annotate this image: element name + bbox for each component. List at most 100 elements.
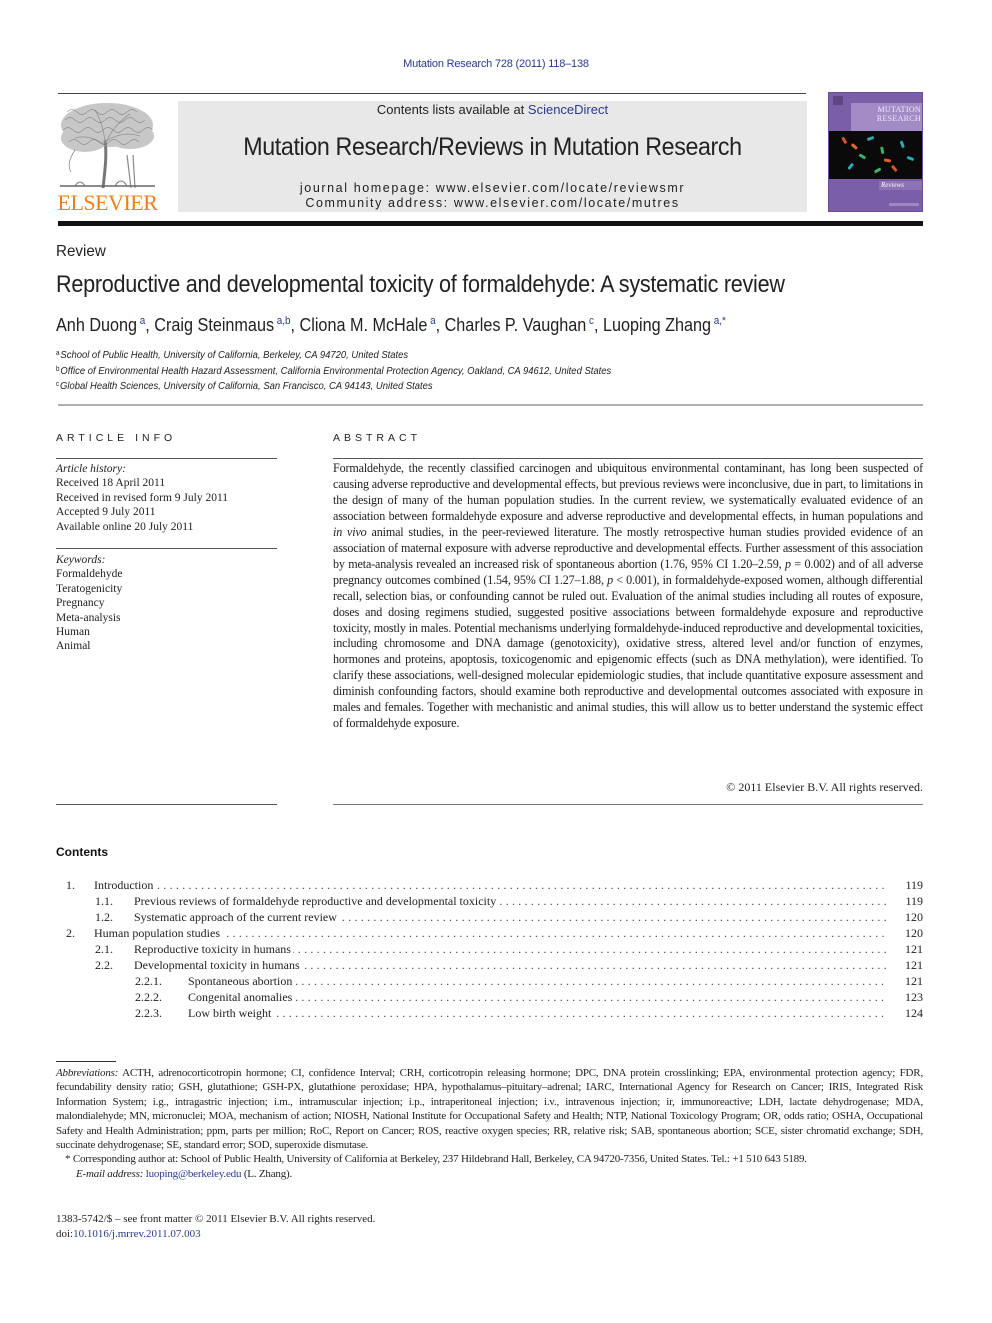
toc-entry-page: 121: [905, 974, 923, 988]
cover-title-line2: RESEARCH: [876, 114, 921, 123]
toc-entry-title[interactable]: Previous reviews of formaldehyde reprodu…: [134, 893, 887, 909]
toc-entry-page: 121: [905, 958, 923, 972]
toc-entry-title-text: Reproductive toxicity in humans: [134, 942, 293, 956]
article-title: Reproductive and developmental toxicity …: [56, 271, 785, 298]
toc-entry-title[interactable]: Low birth weight: [188, 1005, 887, 1021]
journal-homepage-link[interactable]: journal homepage: www.elsevier.com/locat…: [178, 181, 807, 196]
toc-entry[interactable]: 1.2.....................................…: [56, 909, 923, 925]
toc-entry-page: 119: [905, 878, 923, 892]
contents-available-line: Contents lists available at ScienceDirec…: [178, 102, 807, 117]
sciencedirect-link[interactable]: ScienceDirect: [528, 102, 608, 117]
doi-link[interactable]: 10.1016/j.mrrev.2011.07.003: [73, 1228, 201, 1240]
footnotes: Abbreviations: ACTH, adrenocorticotropin…: [56, 1066, 923, 1181]
article-info-rule: [56, 458, 277, 459]
email-link[interactable]: luoping@berkeley.edu: [146, 1168, 242, 1180]
keywords-label: Keywords:: [56, 554, 106, 566]
abstract-bottom-rule: [333, 804, 923, 805]
cover-subtitle: Reviews: [881, 181, 904, 189]
affiliation-key: c: [56, 381, 60, 388]
author[interactable]: Cliona M. McHale a: [300, 315, 436, 335]
toc-entry[interactable]: 2.2.....................................…: [56, 957, 923, 973]
author[interactable]: Craig Steinmaus a,b: [154, 315, 290, 335]
author-name: Luoping Zhang: [602, 315, 712, 335]
elsevier-logo[interactable]: ELSEVIER: [55, 100, 160, 214]
article-info-heading: ARTICLE INFO: [56, 432, 177, 444]
toc-entry-page: 123: [905, 990, 923, 1004]
community-address-link[interactable]: Community address: www.elsevier.com/loca…: [178, 196, 807, 211]
author[interactable]: Luoping Zhang a,*: [603, 315, 726, 335]
doi-line: doi:10.1016/j.mrrev.2011.07.003: [56, 1227, 375, 1242]
abstract-italic: in vivo: [333, 524, 367, 539]
header-rule: [58, 93, 806, 94]
keyword-item: Pregnancy: [56, 597, 105, 610]
toc-entry-title-text: Spontaneous abortion: [188, 974, 295, 988]
toc-entry[interactable]: 2.2.3...................................…: [56, 1005, 923, 1021]
toc-entry[interactable]: 2.2.2...................................…: [56, 989, 923, 1005]
abstract-rule: [333, 458, 923, 459]
toc-entry-number: 2.2.2.: [135, 990, 162, 1004]
keywords: Keywords: Formaldehyde Teratogenicity Pr…: [56, 553, 122, 654]
affiliation-marker[interactable]: a,*: [714, 315, 726, 327]
author-separator: ,: [290, 315, 300, 335]
abbreviations-footnote: Abbreviations: ACTH, adrenocorticotropin…: [56, 1066, 923, 1152]
abstract-segment: < 0.001), in formaldehyde-exposed women,…: [333, 572, 923, 731]
article-history-label: Article history:: [56, 463, 126, 475]
affiliation-marker[interactable]: a,b: [277, 315, 291, 327]
history-item: Accepted 9 July 2011: [56, 506, 156, 519]
footnote-rule: [56, 1061, 116, 1062]
toc-entry-title[interactable]: Congenital anomalies: [188, 989, 887, 1005]
author-separator: ,: [145, 315, 155, 335]
toc-entry-title-text: Congenital anomalies: [188, 990, 295, 1004]
toc-entry-number: 1.2.: [95, 910, 113, 924]
affiliation-key: b: [56, 365, 60, 373]
abstract-heading: ABSTRACT: [333, 432, 422, 444]
toc-entry-page: 121: [905, 942, 923, 956]
keyword-item: Meta-analysis: [56, 611, 121, 624]
journal-cover-image[interactable]: MUTATION RESEARCH Reviews: [828, 92, 923, 212]
toc-entry-title-text: Human population studies: [94, 926, 222, 940]
header-thick-rule: [58, 221, 923, 226]
keyword-item: Formaldehyde: [56, 568, 123, 581]
toc-entry[interactable]: 2.2.1...................................…: [56, 973, 923, 989]
toc-entry-page: 119: [905, 894, 923, 908]
toc-entry-number: 2.1.: [95, 942, 113, 956]
toc-entry-title[interactable]: Systematic approach of the current revie…: [134, 909, 887, 925]
elsevier-tree-icon: [60, 103, 155, 189]
keyword-item: Animal: [56, 640, 91, 653]
author[interactable]: Anh Duong a: [56, 315, 145, 335]
affiliations: aSchool of Public Health, University of …: [56, 347, 611, 394]
article-info-bottom-rule: [56, 804, 277, 805]
toc-entry[interactable]: 1.......................................…: [56, 877, 923, 893]
author-name: Anh Duong: [56, 315, 138, 335]
affiliation-text: Office of Environmental Health Hazard As…: [60, 364, 612, 377]
toc-entry-title-text: Systematic approach of the current revie…: [134, 910, 339, 924]
toc-entry-page: 120: [905, 926, 923, 940]
toc-entry-title[interactable]: Human population studies: [94, 925, 887, 941]
email-footnote: E-mail address: luoping@berkeley.edu (L.…: [56, 1167, 923, 1181]
affiliation-key: a: [56, 350, 60, 357]
cover-title-line1: MUTATION: [877, 105, 921, 114]
toc-entry[interactable]: 2.1.....................................…: [56, 941, 923, 957]
email-label: E-mail address:: [76, 1167, 144, 1180]
toc-entry[interactable]: 1.1.....................................…: [56, 893, 923, 909]
toc-entry-title[interactable]: Developmental toxicity in humans: [134, 957, 887, 973]
doi-prefix: doi:: [56, 1228, 74, 1240]
toc-entry-number: 2.: [66, 926, 75, 940]
journal-reference[interactable]: Mutation Research 728 (2011) 118–138: [0, 58, 992, 70]
toc-entry-title[interactable]: Introduction: [94, 877, 887, 893]
toc-entry-title-text: Developmental toxicity in humans: [134, 958, 302, 972]
toc-entry[interactable]: 2.......................................…: [56, 925, 923, 941]
author-name: Craig Steinmaus: [154, 315, 275, 335]
toc-entry-title[interactable]: Reproductive toxicity in humans: [134, 941, 887, 957]
keyword-item: Teratogenicity: [56, 582, 123, 595]
history-item: Available online 20 July 2011: [56, 520, 194, 533]
toc-entry-number: 1.1.: [95, 894, 113, 908]
issn-block: 1383-5742/$ – see front matter © 2011 El…: [56, 1212, 375, 1242]
toc-entry-title[interactable]: Spontaneous abortion: [188, 973, 887, 989]
cover-title: MUTATION RESEARCH: [852, 105, 922, 123]
author[interactable]: Charles P. Vaughan c: [445, 315, 594, 335]
toc-entry-number: 1.: [66, 878, 75, 892]
author-separator: ,: [593, 315, 603, 335]
toc-entry-title-text: Low birth weight: [188, 1006, 274, 1020]
table-of-contents: 1.......................................…: [56, 877, 923, 1021]
